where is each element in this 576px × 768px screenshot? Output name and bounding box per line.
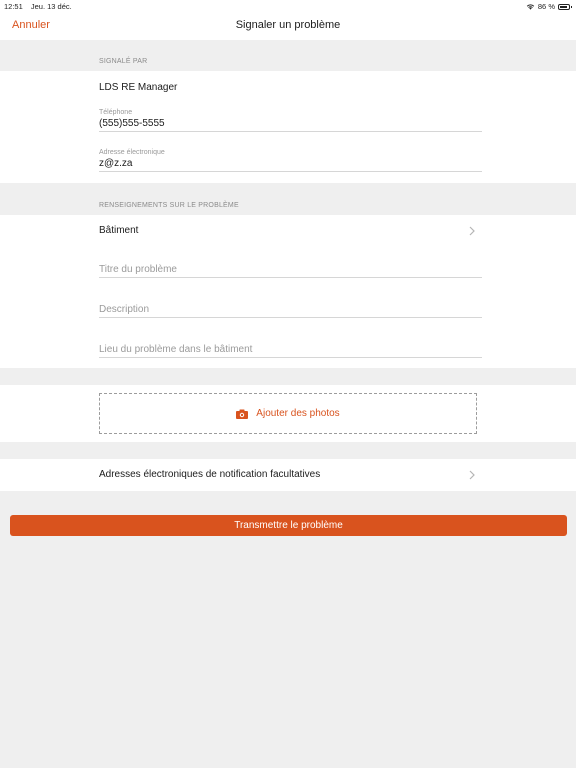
email-label: Adresse électronique — [99, 149, 165, 156]
reported-by-panel: LDS RE Manager Téléphone (555)555-5555 A… — [0, 71, 576, 183]
submit-label[interactable]: Transmettre le problème — [234, 520, 343, 531]
description-input[interactable]: Description — [99, 304, 482, 318]
section-header-reported-by: SIGNALÉ PAR — [99, 58, 148, 65]
add-photos-button[interactable]: Ajouter des photos — [99, 393, 477, 434]
problem-title-placeholder[interactable]: Titre du problème — [99, 264, 482, 277]
problem-info-panel: Bâtiment Titre du problème Description L… — [0, 215, 576, 368]
description-placeholder[interactable]: Description — [99, 304, 482, 317]
section-header-problem-info: RENSEIGNEMENTS SUR LE PROBLÈME — [99, 202, 239, 209]
phone-label: Téléphone — [99, 109, 133, 116]
location-input[interactable]: Lieu du problème dans le bâtiment — [99, 344, 482, 358]
notification-emails-row[interactable]: Adresses électroniques de notification f… — [99, 469, 320, 480]
notifications-panel[interactable]: Adresses électroniques de notification f… — [0, 459, 576, 491]
status-bar: 12:51 Jeu. 13 déc. 86 % — [0, 0, 576, 12]
email-value[interactable]: z@z.za — [99, 158, 482, 171]
status-time: 12:51 — [4, 2, 23, 11]
email-field[interactable]: Adresse électronique z@z.za — [99, 149, 482, 172]
battery-fill — [560, 5, 567, 8]
wifi-icon — [526, 4, 535, 10]
add-photos-label[interactable]: Ajouter des photos — [256, 408, 339, 419]
page-title: Signaler un problème — [235, 19, 341, 31]
phone-field[interactable]: Téléphone (555)555-5555 — [99, 109, 482, 132]
chevron-right-icon[interactable] — [468, 226, 476, 236]
phone-value[interactable]: (555)555-5555 — [99, 118, 482, 131]
submit-problem-button[interactable]: Transmettre le problème — [10, 515, 567, 536]
reporter-name: LDS RE Manager — [99, 82, 178, 93]
location-placeholder[interactable]: Lieu du problème dans le bâtiment — [99, 344, 482, 357]
chevron-right-icon[interactable] — [468, 470, 476, 480]
camera-icon — [236, 409, 249, 419]
battery-icon — [558, 3, 572, 10]
problem-title-input[interactable]: Titre du problème — [99, 264, 482, 278]
status-date: Jeu. 13 déc. — [30, 2, 72, 11]
battery-percent: 86 % — [537, 2, 555, 11]
nav-bar: Annuler Signaler un problème — [0, 12, 576, 40]
building-row[interactable]: Bâtiment — [99, 225, 138, 236]
